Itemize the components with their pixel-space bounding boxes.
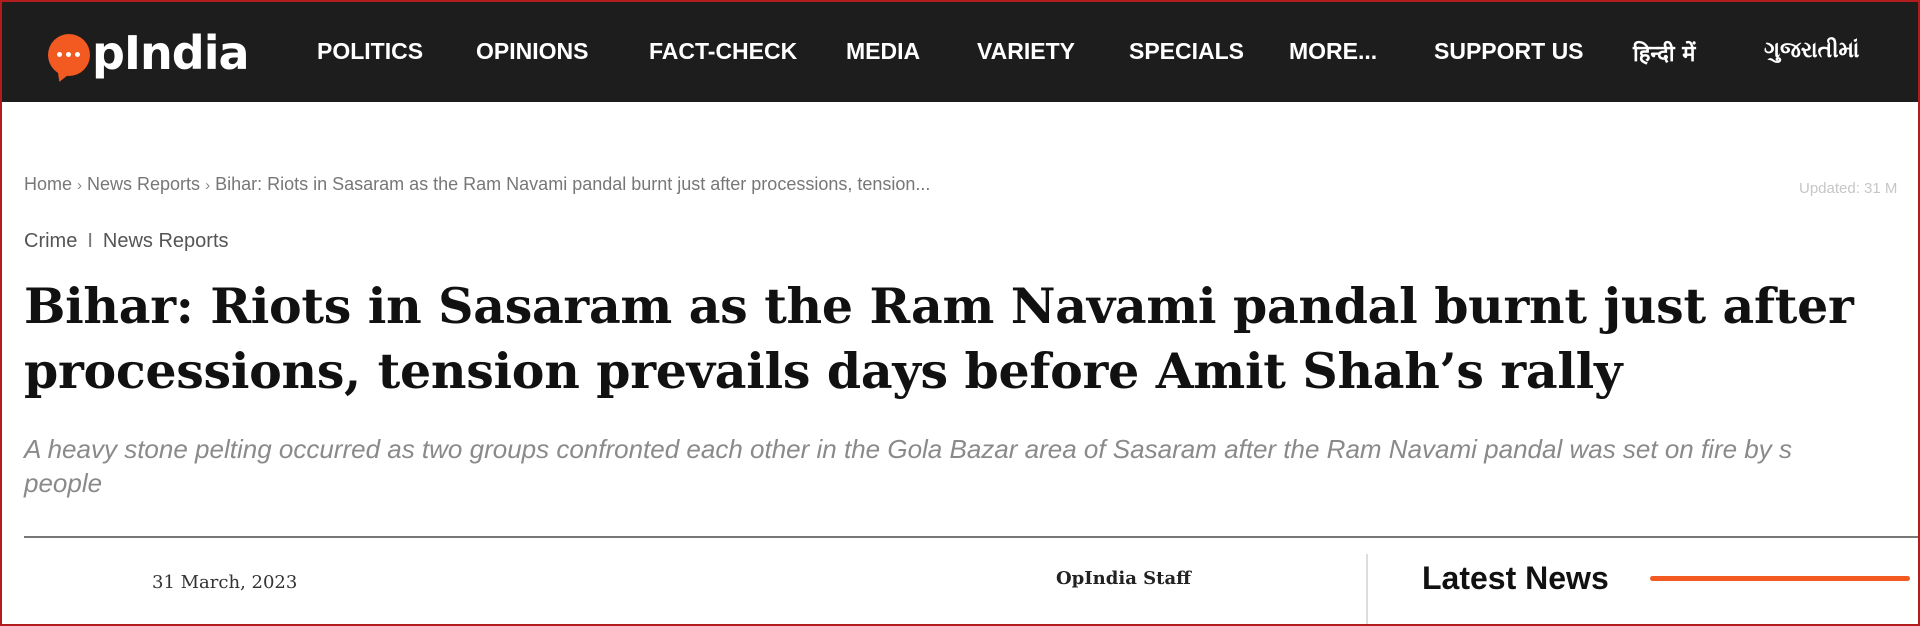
chevron-right-icon: › xyxy=(77,177,83,194)
breadcrumb-current: Bihar: Riots in Sasaram as the Ram Navam… xyxy=(215,174,931,194)
nav-item-opinions[interactable]: OPINIONS xyxy=(476,38,588,65)
chevron-right-icon: › xyxy=(205,177,211,194)
article-author[interactable]: OpIndia Staff xyxy=(1056,568,1191,589)
updated-timestamp: Updated: 31 M xyxy=(1799,180,1898,197)
main-menu: POLITICS OPINIONS FACT-CHECK MEDIA VARIE… xyxy=(2,38,1918,68)
nav-item-support-us[interactable]: SUPPORT US xyxy=(1434,38,1584,65)
breadcrumb-home[interactable]: Home xyxy=(24,174,72,194)
latest-news-accent-line xyxy=(1650,576,1910,581)
headline-line-2: processions, tension prevails days befor… xyxy=(24,342,1623,400)
nav-item-specials[interactable]: SPECIALS xyxy=(1129,38,1244,65)
article-headline: Bihar: Riots in Sasaram as the Ram Navam… xyxy=(24,274,1904,404)
article-date: 31 March, 2023 xyxy=(152,572,298,593)
category-news-reports[interactable]: News Reports xyxy=(103,230,229,252)
divider-line xyxy=(24,536,1918,538)
nav-item-hindi[interactable]: हिन्दी में xyxy=(1633,38,1695,68)
nav-item-fact-check[interactable]: FACT-CHECK xyxy=(649,38,797,65)
article-subtitle: A heavy stone pelting occurred as two gr… xyxy=(24,432,1918,500)
sidebar-divider xyxy=(1366,554,1368,624)
subtitle-line-2: people xyxy=(24,468,103,498)
nav-item-media[interactable]: MEDIA xyxy=(846,38,920,65)
latest-news-heading: Latest News xyxy=(1422,560,1609,596)
top-navigation-bar: pIndia POLITICS OPINIONS FACT-CHECK MEDI… xyxy=(2,2,1918,102)
category-crime[interactable]: Crime xyxy=(24,230,77,252)
subtitle-line-1: A heavy stone pelting occurred as two gr… xyxy=(24,434,1792,464)
nav-item-politics[interactable]: POLITICS xyxy=(317,38,423,65)
category-divider: I xyxy=(87,230,93,252)
nav-item-variety[interactable]: VARIETY xyxy=(977,38,1075,65)
article-categories: Crime I News Reports xyxy=(24,230,229,253)
page-frame: pIndia POLITICS OPINIONS FACT-CHECK MEDI… xyxy=(0,0,1920,626)
nav-item-gujarati[interactable]: ગુજરાતીમાં xyxy=(1764,38,1859,63)
nav-item-more[interactable]: MORE... xyxy=(1289,38,1377,65)
headline-line-1: Bihar: Riots in Sasaram as the Ram Navam… xyxy=(24,277,1854,335)
breadcrumb: Home › News Reports › Bihar: Riots in Sasara… xyxy=(24,174,930,195)
breadcrumb-section[interactable]: News Reports xyxy=(87,174,200,194)
